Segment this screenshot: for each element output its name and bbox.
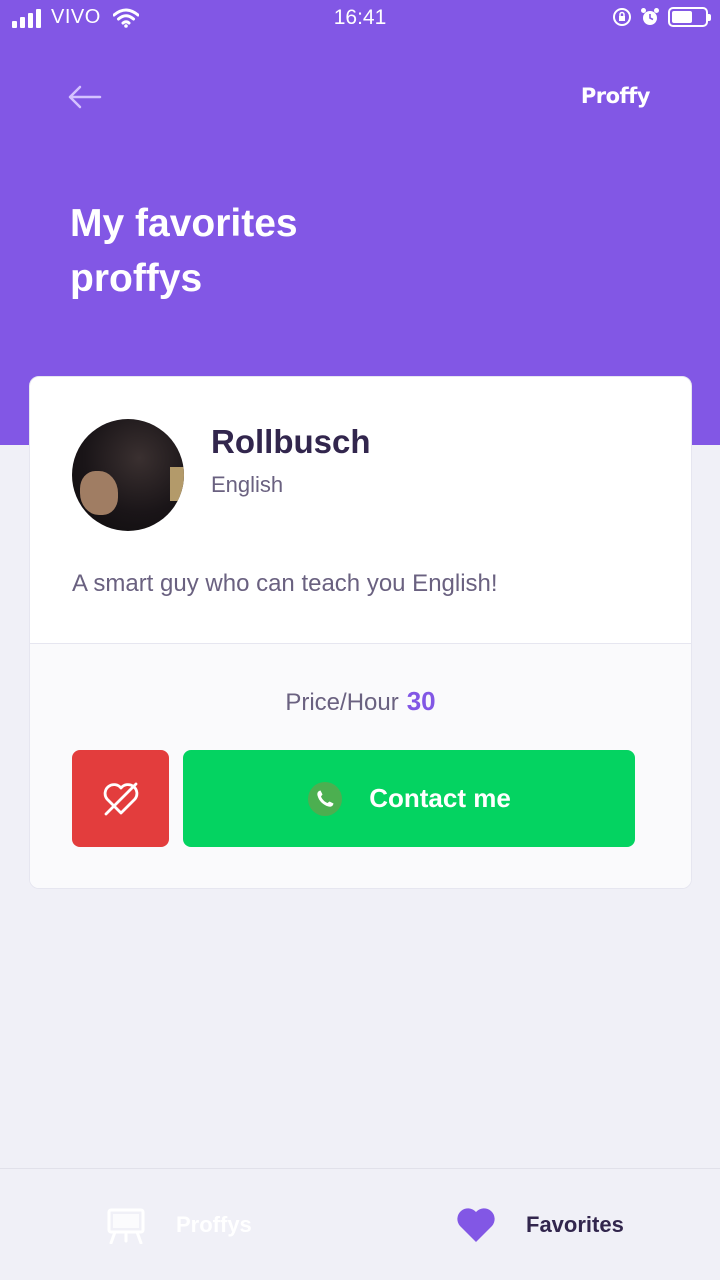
battery-icon [668, 7, 711, 27]
price-value: 30 [406, 686, 436, 716]
tab-proffys-label: Proffys [176, 1212, 252, 1237]
card-footer: Price/Hour 30 Contact me [30, 643, 691, 888]
contact-button-label: Contact me [369, 783, 511, 813]
easel-icon [107, 1208, 145, 1244]
status-right [612, 7, 711, 27]
avatar [72, 419, 184, 531]
brand-logo: Proffy [580, 84, 651, 108]
heart-icon [457, 1208, 495, 1242]
page-title: My favorites proffys [70, 202, 298, 300]
teacher-card: Rollbusch English A smart guy who can te… [29, 376, 692, 889]
price-row: Price/Hour 30 [30, 686, 691, 717]
tab-bar: Proffys Favorites [0, 1168, 720, 1280]
price-label: Price/Hour [285, 689, 399, 716]
teacher-bio: A smart guy who can teach you English! [72, 570, 498, 597]
unfavorite-button[interactable] [72, 750, 169, 847]
status-bar: VIVO 16:41 [0, 0, 720, 36]
teacher-name: Rollbusch [211, 423, 371, 460]
tab-proffys[interactable]: Proffys [106, 1169, 252, 1280]
tab-favorites-label: Favorites [526, 1212, 624, 1237]
back-button[interactable] [66, 82, 106, 112]
tab-favorites[interactable]: Favorites [456, 1169, 624, 1280]
alarm-icon [641, 8, 659, 25]
teacher-subject: English [211, 472, 284, 497]
whatsapp-icon [308, 781, 343, 816]
rotation-lock-icon [613, 8, 631, 26]
arrow-left-icon [68, 85, 102, 109]
heart-off-icon [103, 782, 138, 815]
contact-button[interactable]: Contact me [183, 750, 635, 847]
